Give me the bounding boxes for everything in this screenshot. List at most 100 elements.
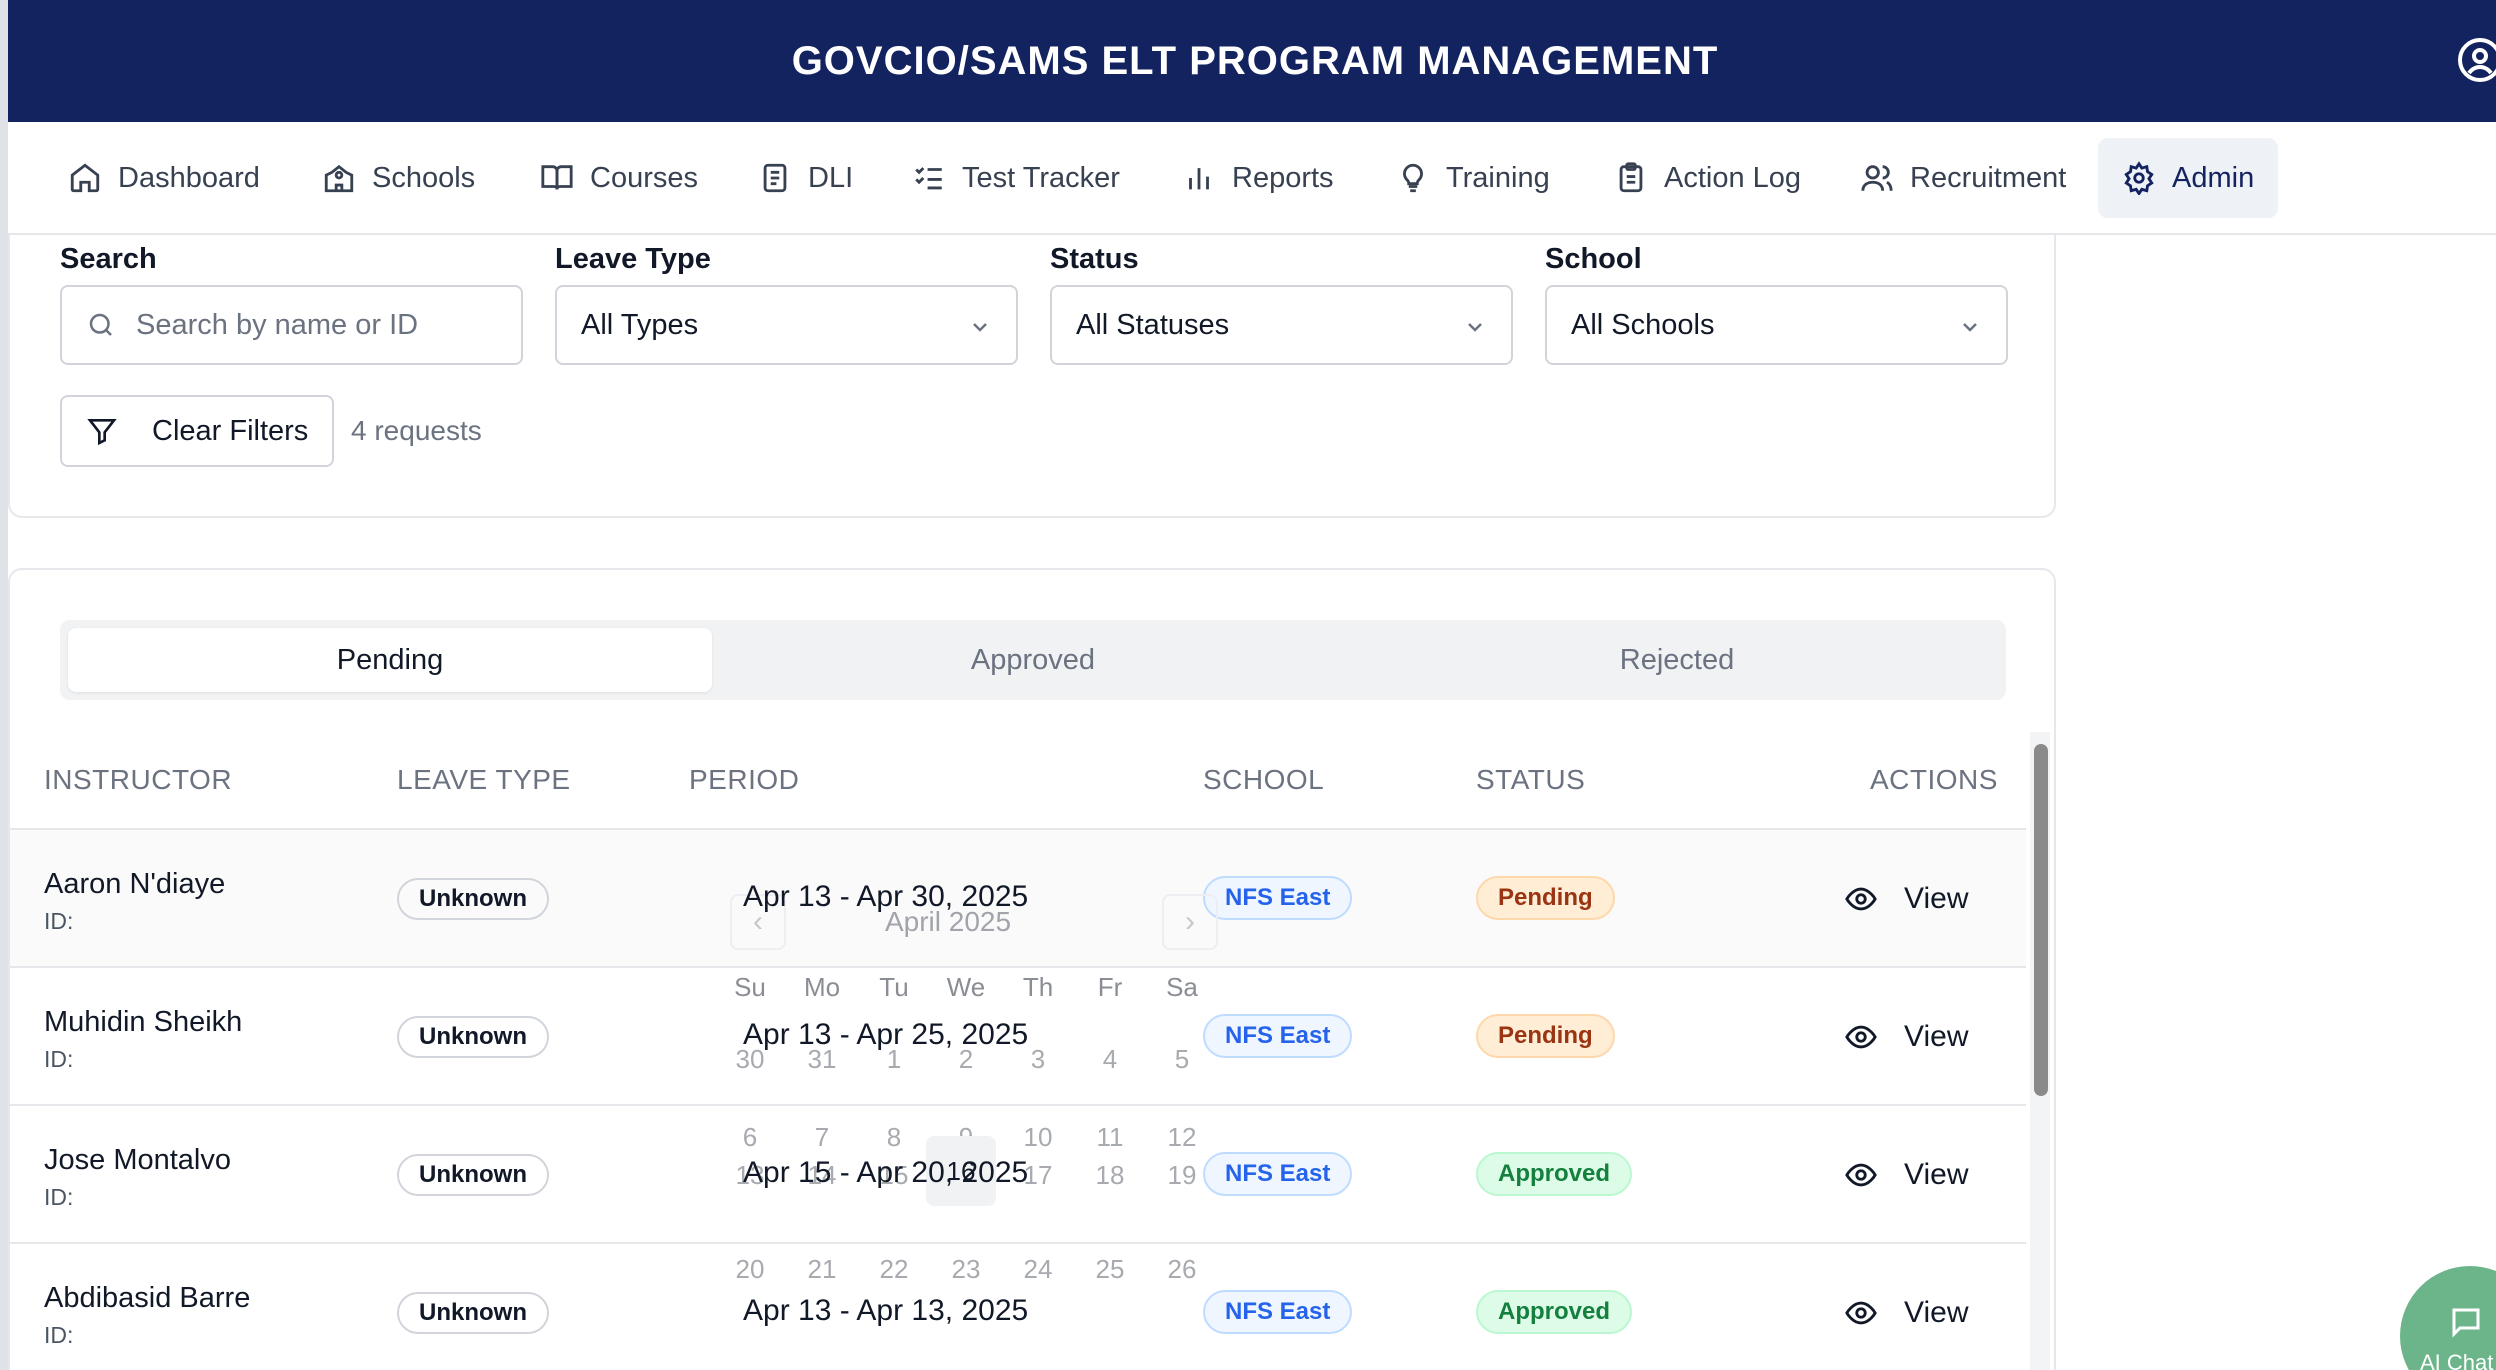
view-label: View [1904,1158,1969,1191]
nav-label: Admin [2172,161,2255,194]
status-select[interactable]: All Statuses [1050,285,1513,365]
users-icon [1861,165,1893,191]
nav-dashboard[interactable]: Dashboard [44,138,284,218]
clipboard-icon [1619,162,1643,193]
book-icon [541,165,573,190]
nav-label: Schools [372,161,476,194]
leave-period: Apr 13 - Apr 25, 2025 [743,1018,1029,1051]
header-school[interactable]: SCHOOL [1203,764,1324,796]
school-label: School [1545,243,1642,275]
tab-rejected[interactable]: Rejected [1355,628,1999,692]
view-button[interactable]: View [1844,1014,1968,1060]
nav-label: Recruitment [1910,161,2067,194]
table-scrollbar-thumb[interactable] [2034,744,2048,1096]
nav-training[interactable]: Training [1372,138,1574,218]
status-badge: Pending [1476,876,1615,920]
leave-type-select[interactable]: All Types [555,285,1018,365]
chevron-down-icon [973,323,987,332]
leave-period: Apr 13 - Apr 30, 2025 [743,880,1029,913]
ai-chat-label: AI Chat [2420,1350,2494,1370]
nav-test-tracker[interactable]: Test Tracker [888,138,1144,218]
search-input[interactable]: Search by name or ID [60,285,523,365]
search-label: Search [60,243,157,275]
clear-filters-label: Clear Filters [152,414,309,447]
instructor-id: ID: [44,908,74,934]
main-nav: Dashboard Schools Courses DLI Test Track… [8,122,2496,235]
bar-chart-icon [1189,168,1209,190]
table-header: INSTRUCTOR LEAVE TYPE PERIOD SCHOOL STAT… [10,730,2026,830]
view-label: View [1904,1296,1969,1329]
search-placeholder: Search by name or ID [136,308,419,341]
instructor-id: ID: [44,1322,74,1348]
tab-approved[interactable]: Approved [711,628,1355,692]
nav-schools[interactable]: Schools [298,138,499,218]
status-badge: Approved [1476,1152,1633,1196]
school-badge: NFS East [1203,876,1353,920]
leave-type-badge: Unknown [397,1292,549,1334]
instructor-name: Aaron N'diaye [44,868,226,900]
nav-recruitment[interactable]: Recruitment [1836,138,2090,218]
view-button[interactable]: View [1844,876,1968,922]
nav-label: Action Log [1664,161,1802,194]
instructor-id: ID: [44,1046,74,1072]
leave-period: Apr 13 - Apr 13, 2025 [743,1294,1029,1327]
school-badge: NFS East [1203,1152,1353,1196]
filters-panel: Search Search by name or ID Leave Type A… [8,235,2056,518]
user-account-icon[interactable] [2456,36,2496,84]
nav-admin[interactable]: Admin [2098,138,2279,218]
nav-action-log[interactable]: Action Log [1590,138,1825,218]
window-edge [0,0,8,1370]
nav-label: Test Tracker [962,161,1120,194]
instructor-name: Jose Montalvo [44,1144,231,1176]
leave-type-badge: Unknown [397,1016,549,1058]
request-count: 4 requests [351,415,482,446]
school-value: All Schools [1571,308,1715,341]
nav-reports[interactable]: Reports [1158,138,1358,218]
view-button[interactable]: View [1844,1152,1968,1198]
clear-filters-button[interactable]: Clear Filters [60,395,334,467]
header-leave-type[interactable]: LEAVE TYPE [397,764,571,796]
list-check-icon [915,167,942,190]
school-select[interactable]: All Schools [1545,285,2008,365]
tab-pending[interactable]: Pending [68,628,712,692]
document-icon [763,163,787,193]
home-icon [70,163,100,193]
chevron-down-icon [1963,323,1977,332]
search-icon [89,313,112,336]
nav-label: DLI [808,161,854,194]
eye-icon [1845,887,1877,911]
status-tabs: Pending Approved Rejected [60,620,2006,700]
status-badge: Pending [1476,1014,1615,1058]
chat-icon [2452,1308,2480,1338]
top-header: GOVCIO/SAMS ELT PROGRAM MANAGEMENT [8,0,2496,122]
nav-label: Courses [590,161,698,194]
header-actions: ACTIONS [1870,764,1998,795]
leave-type-badge: Unknown [397,878,549,920]
leave-type-badge: Unknown [397,1154,549,1196]
leave-period: Apr 15 - Apr 20, 2025 [743,1156,1029,1189]
status-label: Status [1050,243,1139,275]
nav-label: Reports [1232,161,1334,194]
instructor-id: ID: [44,1184,74,1210]
header-instructor[interactable]: INSTRUCTOR [44,764,232,796]
lightbulb-icon [1403,163,1423,193]
school-badge: NFS East [1203,1014,1353,1058]
status-value: All Statuses [1076,308,1230,341]
nav-dli[interactable]: DLI [734,138,877,218]
requests-panel: Pending Approved Rejected INSTRUCTOR LEA… [8,568,2056,1370]
nav-courses[interactable]: Courses [516,138,722,218]
ai-chat-button[interactable]: AI Chat [2400,1266,2496,1370]
gear-icon [2124,161,2154,195]
view-button[interactable]: View [1844,1290,1968,1336]
eye-icon [1845,1025,1877,1049]
nav-label: Training [1446,161,1550,194]
school-badge: NFS East [1203,1290,1353,1334]
instructor-name: Muhidin Sheikh [44,1006,243,1038]
school-icon [324,164,354,193]
view-label: View [1904,1020,1969,1053]
app-frame: GOVCIO/SAMS ELT PROGRAM MANAGEMENT Dashb… [8,0,2496,1370]
header-period[interactable]: PERIOD [689,764,799,796]
eye-icon [1845,1163,1877,1187]
chevron-down-icon [1468,323,1482,332]
header-status[interactable]: STATUS [1476,764,1585,796]
